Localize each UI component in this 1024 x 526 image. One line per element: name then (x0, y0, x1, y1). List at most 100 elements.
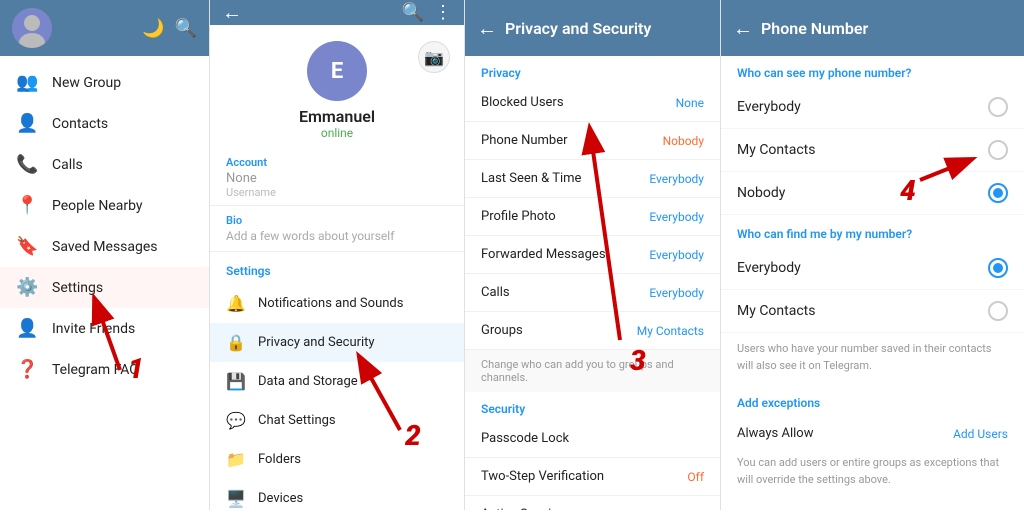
settings-item-privacy[interactable]: 🔒 Privacy and Security (210, 323, 464, 362)
profile-name: Emmanuel (299, 107, 375, 126)
account-section: Account None Username (210, 150, 464, 206)
new-group-icon: 👥 (16, 72, 38, 93)
sidebar-item-saved-messages[interactable]: 🔖 Saved Messages (0, 226, 209, 267)
settings-item-data[interactable]: 💾 Data and Storage (210, 362, 464, 401)
sidebar-item-contacts[interactable]: 👤 Contacts (0, 103, 209, 144)
privacy-panel: ← Privacy and Security Privacy Blocked U… (465, 0, 721, 510)
security-section-label: Security (465, 392, 720, 420)
phone-title: Phone Number (761, 19, 868, 38)
settings-item-label: Folders (258, 452, 301, 467)
calls-value: Everybody (649, 286, 704, 300)
more-icon[interactable]: ⋮ (434, 2, 452, 23)
moon-icon: 🌙 (142, 18, 164, 39)
lastseen-value: Everybody (649, 172, 704, 186)
account-username-field: Username (226, 186, 448, 199)
faq-icon: ❓ (16, 359, 38, 380)
photo-value: Everybody (649, 210, 704, 224)
sidebar-item-new-group[interactable]: 👥 New Group (0, 62, 209, 103)
phone-header: ← Phone Number (721, 0, 1024, 56)
security-item-sessions[interactable]: Active Sessions (465, 496, 720, 510)
photo-label: Profile Photo (481, 209, 556, 224)
account-username-value: None (226, 171, 448, 186)
nobody-label: Nobody (737, 185, 785, 201)
phone-number-panel: ← Phone Number Who can see my phone numb… (721, 0, 1024, 510)
calls-label: Calls (481, 285, 510, 300)
sidebar-item-label: People Nearby (52, 198, 143, 214)
settings-item-notifications[interactable]: 🔔 Notifications and Sounds (210, 284, 464, 323)
sidebar-item-label: New Group (52, 75, 121, 91)
settings-section: Settings 🔔 Notifications and Sounds 🔒 Pr… (210, 252, 464, 526)
sidebar-item-settings[interactable]: ⚙️ Settings (0, 267, 209, 308)
blocked-value: None (676, 96, 704, 110)
my-contacts-label: My Contacts (737, 142, 815, 158)
phone-value: Nobody (663, 134, 704, 148)
privacy-item-groups[interactable]: Groups My Contacts (465, 312, 720, 350)
find-radio-everybody[interactable]: Everybody (721, 247, 1024, 290)
privacy-item-lastseen[interactable]: Last Seen & Time Everybody (465, 160, 720, 198)
calls-icon: 📞 (16, 154, 38, 175)
privacy-item-photo[interactable]: Profile Photo Everybody (465, 198, 720, 236)
find-radio-my-contacts[interactable]: My Contacts (721, 290, 1024, 333)
twostep-label: Two-Step Verification (481, 469, 604, 484)
always-allow-label: Always Allow (737, 426, 813, 441)
privacy-item-phone[interactable]: Phone Number Nobody (465, 122, 720, 160)
sidebar-item-calls[interactable]: 📞 Calls (0, 144, 209, 185)
security-item-twostep[interactable]: Two-Step Verification Off (465, 458, 720, 496)
who-can-see-title: Who can see my phone number? (721, 56, 1024, 86)
settings-panel: ← 🔍 ⋮ E Emmanuel online 📷 Account None U… (210, 0, 465, 510)
find-everybody-label: Everybody (737, 260, 801, 276)
radio-everybody[interactable]: Everybody (721, 86, 1024, 129)
add-users-button[interactable]: Add Users (953, 427, 1008, 441)
sidebar-item-label: Settings (52, 280, 103, 296)
privacy-item-calls[interactable]: Calls Everybody (465, 274, 720, 312)
privacy-item-blocked[interactable]: Blocked Users None (465, 84, 720, 122)
sidebar-item-label: Invite Friends (52, 321, 135, 337)
profile-section: E Emmanuel online 📷 (210, 25, 464, 150)
settings-item-label: Devices (258, 491, 303, 506)
radio-nobody[interactable]: Nobody (721, 172, 1024, 215)
settings-item-devices[interactable]: 🖥️ Devices (210, 479, 464, 518)
contacts-icon: 👤 (16, 113, 38, 134)
find-note: Users who have your number saved in thei… (721, 333, 1024, 386)
twostep-value: Off (687, 470, 704, 484)
everybody-radio[interactable] (988, 97, 1008, 117)
find-everybody-radio[interactable] (988, 258, 1008, 278)
privacy-item-forwarded[interactable]: Forwarded Messages Everybody (465, 236, 720, 274)
settings-item-label: Data and Storage (258, 374, 358, 389)
settings-item-label: Privacy and Security (258, 335, 375, 350)
back-icon[interactable]: ← (222, 0, 242, 25)
find-my-contacts-radio[interactable] (988, 301, 1008, 321)
privacy-list: Privacy Blocked Users None Phone Number … (465, 56, 720, 510)
privacy-back-icon[interactable]: ← (477, 16, 497, 41)
sidebar-item-invite-friends[interactable]: 👤 Invite Friends (0, 308, 209, 349)
my-contacts-radio[interactable] (988, 140, 1008, 160)
privacy-section-label: Privacy (465, 56, 720, 84)
chat-icon: 💬 (226, 411, 246, 430)
radio-my-contacts[interactable]: My Contacts (721, 129, 1024, 172)
nobody-radio[interactable] (988, 183, 1008, 203)
search-icon[interactable]: 🔍 (402, 2, 424, 23)
sidebar-item-label: Contacts (52, 116, 108, 132)
bio-placeholder: Add a few words about yourself (226, 229, 448, 243)
blocked-label: Blocked Users (481, 95, 564, 110)
exceptions-title: Add exceptions (721, 386, 1024, 416)
sidebar-item-faq[interactable]: ❓ Telegram FAQ (0, 349, 209, 390)
camera-button[interactable]: 📷 (418, 41, 450, 73)
bio-label: Bio (226, 214, 448, 227)
sidebar-search-icon[interactable]: 🔍 (175, 18, 197, 39)
forwarded-value: Everybody (649, 248, 704, 262)
security-item-passcode[interactable]: Passcode Lock (465, 420, 720, 458)
phone-content: Who can see my phone number? Everybody M… (721, 56, 1024, 510)
notifications-icon: 🔔 (226, 294, 246, 313)
account-label: Account (226, 156, 448, 169)
groups-value: My Contacts (637, 324, 704, 338)
find-my-contacts-label: My Contacts (737, 303, 815, 319)
groups-note: Change who can add you to groups and cha… (465, 350, 720, 392)
who-can-find-title: Who can find me by my number? (721, 215, 1024, 247)
settings-item-folders[interactable]: 📁 Folders (210, 440, 464, 479)
phone-back-icon[interactable]: ← (733, 16, 753, 41)
settings-item-chat[interactable]: 💬 Chat Settings (210, 401, 464, 440)
sidebar-item-people-nearby[interactable]: 📍 People Nearby (0, 185, 209, 226)
folders-icon: 📁 (226, 450, 246, 469)
settings-icon: ⚙️ (16, 277, 38, 298)
